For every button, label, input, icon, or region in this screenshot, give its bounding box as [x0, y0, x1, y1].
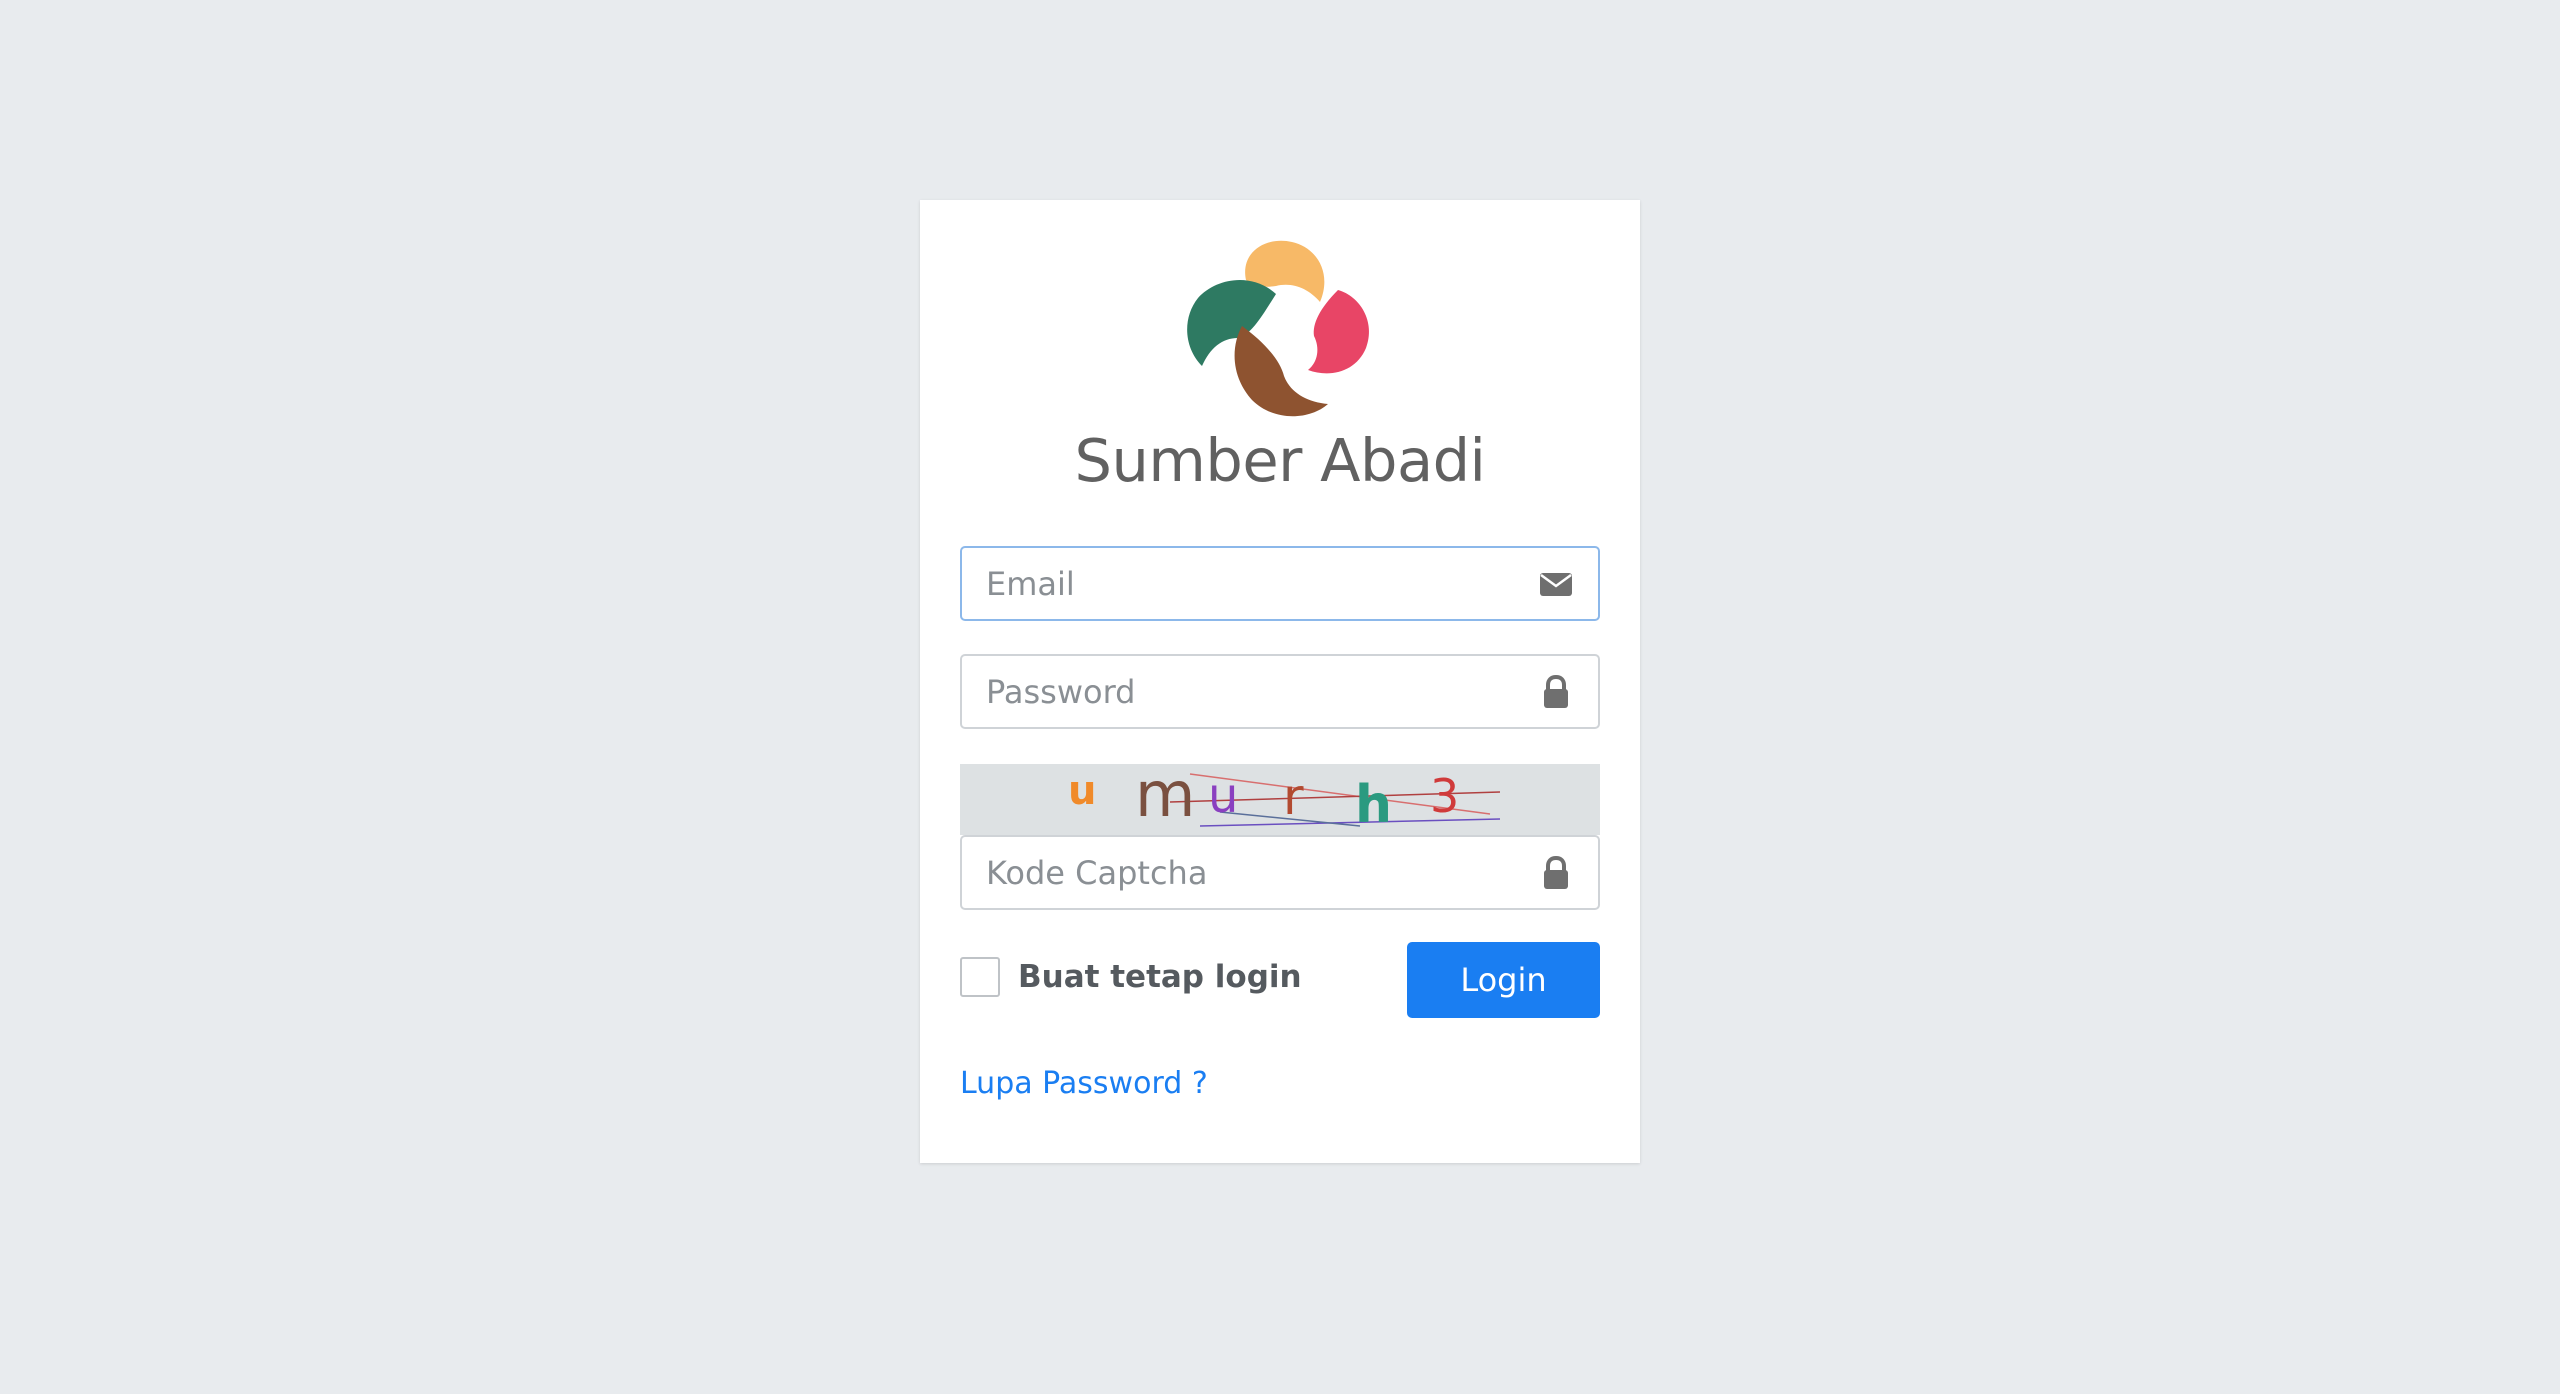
svg-text:m: m — [1135, 764, 1195, 831]
email-input[interactable] — [962, 548, 1598, 619]
forgot-password-link[interactable]: Lupa Password ? — [960, 1066, 1208, 1101]
email-field-wrapper[interactable] — [960, 546, 1600, 621]
brand-logo — [1187, 240, 1370, 417]
password-field-wrapper[interactable] — [960, 654, 1600, 729]
remember-checkbox[interactable] — [960, 957, 1000, 997]
captcha-input[interactable] — [962, 837, 1598, 908]
login-button[interactable]: Login — [1407, 942, 1600, 1018]
svg-text:3: 3 — [1430, 769, 1459, 823]
svg-text:u: u — [1068, 768, 1096, 814]
remember-label[interactable]: Buat tetap login — [1018, 959, 1302, 995]
svg-text:h: h — [1355, 775, 1392, 835]
lock-icon — [1544, 674, 1568, 708]
logo-petal-red — [1308, 290, 1370, 374]
captcha-image: u m u r h 3 — [960, 758, 1600, 835]
envelope-icon — [1540, 572, 1572, 596]
svg-text:u: u — [1208, 768, 1238, 824]
svg-text:r: r — [1283, 768, 1304, 826]
remember-me[interactable]: Buat tetap login — [960, 955, 1302, 999]
login-card: Sumber Abadi u m u r h 3 — [920, 200, 1640, 1163]
lock-icon — [1544, 855, 1568, 889]
captcha-field-wrapper[interactable] — [960, 835, 1600, 910]
password-input[interactable] — [962, 656, 1598, 727]
captcha-graphic: u m u r h 3 — [1068, 758, 1501, 835]
brand-name: Sumber Abadi — [1074, 426, 1486, 495]
